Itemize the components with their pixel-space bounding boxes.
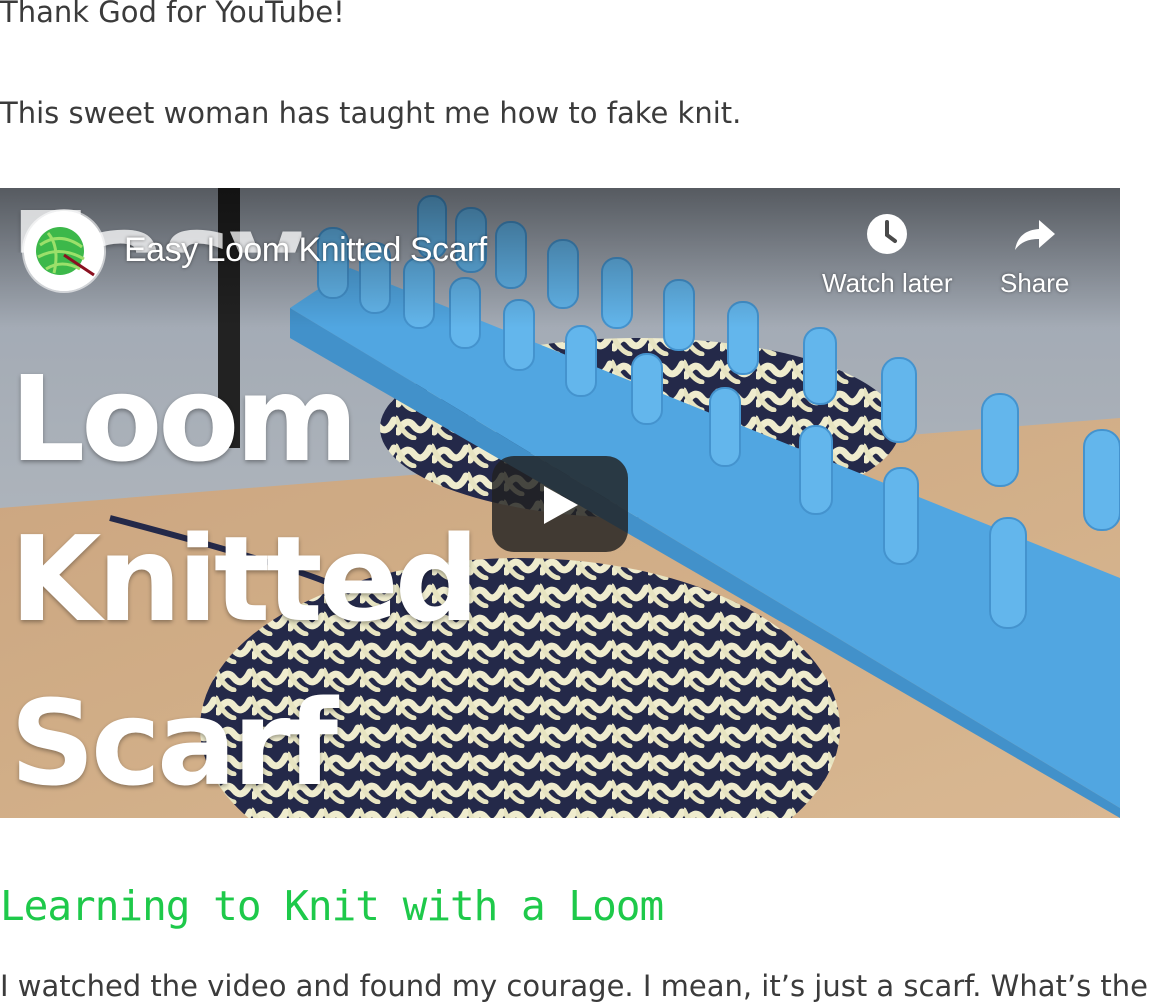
yarn-ball-logo <box>24 211 104 291</box>
share-button[interactable]: Share <box>1000 212 1069 298</box>
video-title-link[interactable]: Easy Loom Knitted Scarf <box>124 230 487 270</box>
thumbnail-text-knitted: Knitted <box>10 510 479 648</box>
thumbnail-text-loom: Loom <box>10 350 358 488</box>
watch-later-button[interactable]: Watch later <box>822 212 953 298</box>
share-label: Share <box>1000 268 1070 298</box>
play-button[interactable] <box>492 456 628 552</box>
thumbnail-text-scarf: Scarf <box>10 674 338 812</box>
channel-avatar[interactable] <box>24 211 104 291</box>
paragraph-courage: I watched the video and found my courage… <box>0 969 1149 1003</box>
section-heading: Learning to Knit with a Loom <box>0 882 664 930</box>
clock-icon <box>867 214 908 254</box>
watch-later-label: Watch later <box>822 268 953 298</box>
share-arrow-icon <box>1014 220 1055 250</box>
paragraph-intro: Thank God for YouTube! <box>0 0 345 29</box>
play-icon <box>544 486 578 524</box>
paragraph-woman: This sweet woman has taught me how to fa… <box>0 96 742 130</box>
